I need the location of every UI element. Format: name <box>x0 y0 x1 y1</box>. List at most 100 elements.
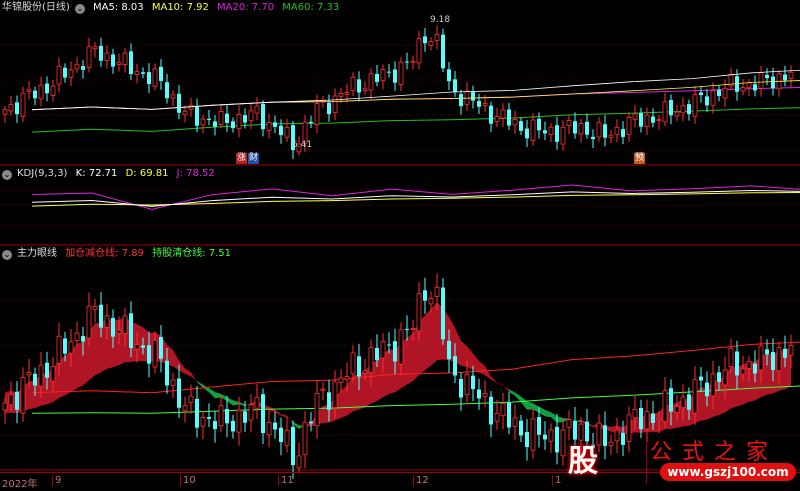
candle-body <box>20 377 26 414</box>
candle-body <box>758 72 764 89</box>
candle-body <box>254 105 260 114</box>
event-marker-forecast[interactable]: 预 <box>634 153 645 164</box>
candle-body <box>50 366 56 382</box>
dropdown-icon[interactable]: ⌄ <box>2 250 12 260</box>
candle-body <box>699 92 703 96</box>
band-fill <box>545 409 551 418</box>
candle-body <box>26 372 32 376</box>
kdj-legend: ⌄ KDJ(9,3,3) K: 72.71 D: 69.81 J: 78.52 <box>2 167 220 181</box>
candle-body <box>45 83 49 94</box>
candle-body <box>765 74 769 79</box>
candle-body <box>332 95 338 114</box>
band-fill <box>551 412 557 423</box>
event-marker-rise[interactable]: 涨 <box>236 153 247 164</box>
candle-body <box>639 112 643 127</box>
band-fill <box>233 400 239 406</box>
band-fill <box>467 346 473 370</box>
candle-body <box>651 116 655 123</box>
candle-body <box>662 101 668 123</box>
candle-body <box>680 396 686 409</box>
candle-body <box>464 373 470 396</box>
candle-body <box>302 421 308 456</box>
candle-body <box>243 115 247 123</box>
candle-body <box>525 432 529 448</box>
candle-body <box>320 388 326 391</box>
axis-label-year: 2022年 <box>2 479 38 490</box>
candle-body <box>63 338 67 354</box>
candle-body <box>266 122 272 131</box>
candle-body <box>753 363 757 374</box>
candle-body <box>578 123 584 135</box>
candle-body <box>543 434 547 440</box>
candle-body <box>20 92 26 117</box>
ma60-value: MA60: 7.33 <box>282 2 340 13</box>
candle-body <box>692 94 698 117</box>
candle-body <box>92 306 98 310</box>
candle-body <box>213 121 217 127</box>
candle-body <box>63 67 67 78</box>
band-fill <box>347 375 353 416</box>
candle-body <box>129 51 133 75</box>
candle-body <box>788 344 794 356</box>
candle-body <box>207 118 211 121</box>
event-marker-finance[interactable]: 财 <box>248 153 259 164</box>
candle-body <box>327 102 331 115</box>
candle-body <box>104 315 110 328</box>
candle-body <box>566 120 572 126</box>
candle-body <box>656 417 662 421</box>
candle-body <box>296 455 302 469</box>
indicator-legend: ⌄ 主力眼线 加仓减仓线: 7.89 持股清仓线: 7.51 <box>2 247 236 261</box>
candle-body <box>776 347 782 372</box>
candle-body <box>45 362 49 378</box>
line1-value: 加仓减仓线: 7.89 <box>65 248 145 259</box>
candle-body <box>639 407 643 430</box>
candle-body <box>86 305 92 339</box>
stock-chart[interactable] <box>0 0 800 491</box>
candle-body <box>753 84 757 91</box>
band-fill <box>281 414 287 418</box>
candle-body <box>507 402 511 428</box>
candle-body <box>573 121 577 134</box>
candle-body <box>398 61 404 85</box>
candle-body <box>728 348 734 367</box>
candle-body <box>266 422 272 436</box>
band-fill <box>227 396 233 406</box>
candle-body <box>740 87 746 92</box>
candle-body <box>669 100 673 116</box>
candle-body <box>338 93 344 97</box>
candle-body <box>585 121 589 135</box>
candle-body <box>500 402 506 417</box>
candle-body <box>231 420 235 432</box>
candle-body <box>405 61 409 63</box>
candle-body <box>8 394 14 406</box>
band-fill <box>533 403 539 413</box>
axis-label-sep: 9 <box>52 475 61 486</box>
dropdown-icon[interactable]: ⌄ <box>74 4 85 14</box>
band-fill <box>77 341 83 389</box>
candle-body <box>416 293 422 332</box>
candle-body <box>327 392 331 410</box>
candle-body <box>177 378 181 408</box>
main-legend: 华锦股份(日线) ⌄ MA5: 8.03 MA10: 7.92 MA20: 7.7… <box>2 1 344 15</box>
candle-body <box>116 329 122 334</box>
band-fill <box>353 373 359 412</box>
dropdown-icon[interactable]: ⌄ <box>2 170 12 180</box>
candle-body <box>309 121 313 123</box>
candle-body <box>74 63 80 70</box>
candle-body <box>710 373 716 397</box>
candle-body <box>122 52 128 65</box>
candle-body <box>350 76 356 92</box>
candle-body <box>116 61 122 65</box>
candle-body <box>111 317 115 337</box>
candle-body <box>8 104 14 112</box>
candle-body <box>188 395 194 403</box>
line2-value: 持股清仓线: 7.51 <box>152 248 232 259</box>
kdj-title: KDJ(9,3,3) <box>17 168 68 179</box>
candle-body <box>507 109 511 126</box>
axis-label-oct: 10 <box>180 475 196 486</box>
candle-body <box>147 345 151 364</box>
candle-body <box>38 364 44 387</box>
band-fill <box>461 340 467 368</box>
candle-body <box>758 345 764 371</box>
candle-body <box>423 290 427 301</box>
